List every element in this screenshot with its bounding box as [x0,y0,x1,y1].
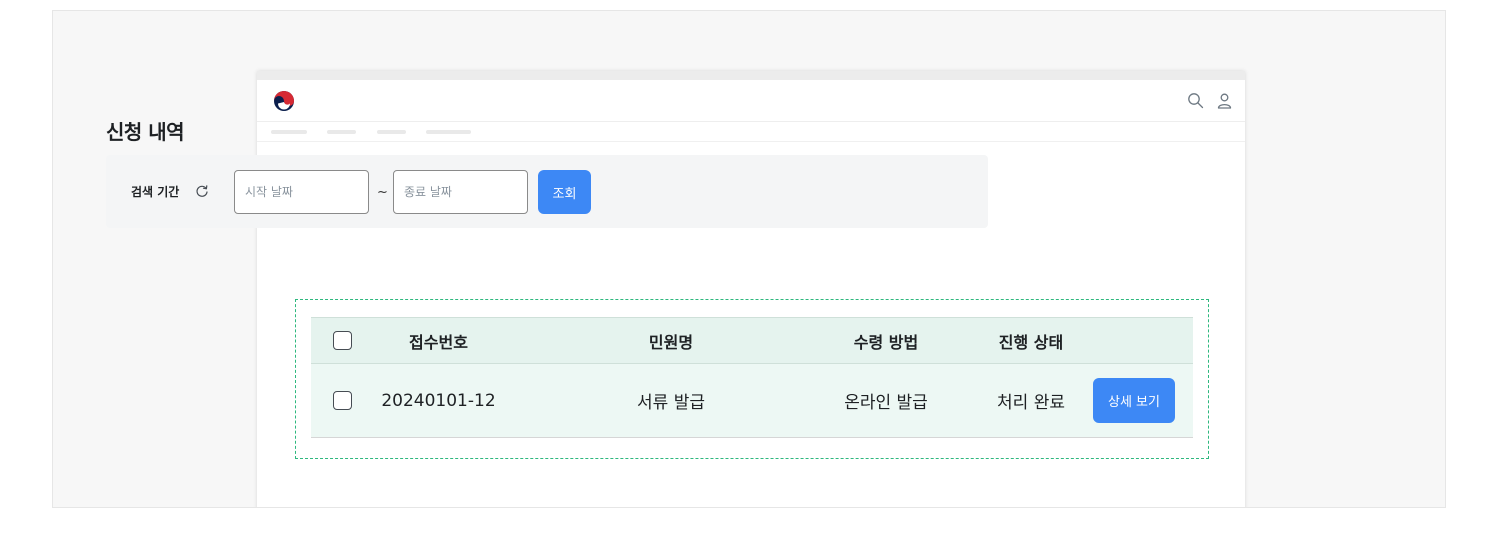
end-date-input[interactable] [393,170,528,214]
cell-action: 상세 보기 [1093,364,1175,437]
table-header-row: 접수번호 민원명 수령 방법 진행 상태 [311,317,1193,364]
column-header-name: 민원명 [648,332,694,352]
view-detail-button[interactable]: 상세 보기 [1093,378,1175,423]
nav-bar [257,122,1245,142]
start-date-input[interactable] [234,170,369,214]
cell-method: 온라인 발급 [844,393,928,413]
cell-status: 처리 완료 [997,393,1065,413]
filter-label: 검색 기간 [131,185,180,199]
column-header-method: 수령 방법 [853,332,919,352]
cell-name: 서류 발급 [637,393,705,413]
page-title: 신청 내역 [106,120,185,144]
search-icon[interactable] [1187,92,1204,109]
search-filter-panel: 검색 기간 ~ 조회 [106,155,988,228]
site-header [257,80,1245,122]
select-all-checkbox[interactable] [332,331,352,350]
taegeuk-logo-icon[interactable] [273,90,295,112]
search-button[interactable]: 조회 [538,170,591,214]
application-table: 접수번호 민원명 수령 방법 진행 상태 20240101-12 서류 발급 온… [311,317,1193,438]
refresh-icon[interactable] [195,184,209,198]
header-actions [1187,92,1233,109]
column-header-number: 접수번호 [409,332,468,352]
date-range-separator: ~ [377,185,388,200]
browser-topbar [257,71,1245,80]
row-select-cell [331,364,353,437]
cell-number: 20240101-12 [381,390,496,411]
nav-item-placeholder[interactable] [377,130,406,134]
canvas-background: 신청 내역 검색 기간 ~ 조회 접수번호 민원명 수령 방법 진행 상태 20… [52,10,1446,508]
column-header-status: 진행 상태 [998,332,1064,352]
row-checkbox[interactable] [332,391,352,410]
select-all-cell [331,318,353,363]
table-row: 20240101-12 서류 발급 온라인 발급 처리 완료 상세 보기 [311,364,1193,438]
user-icon[interactable] [1216,92,1233,109]
nav-item-placeholder[interactable] [271,130,307,134]
nav-item-placeholder[interactable] [327,130,356,134]
nav-item-placeholder[interactable] [426,130,471,134]
